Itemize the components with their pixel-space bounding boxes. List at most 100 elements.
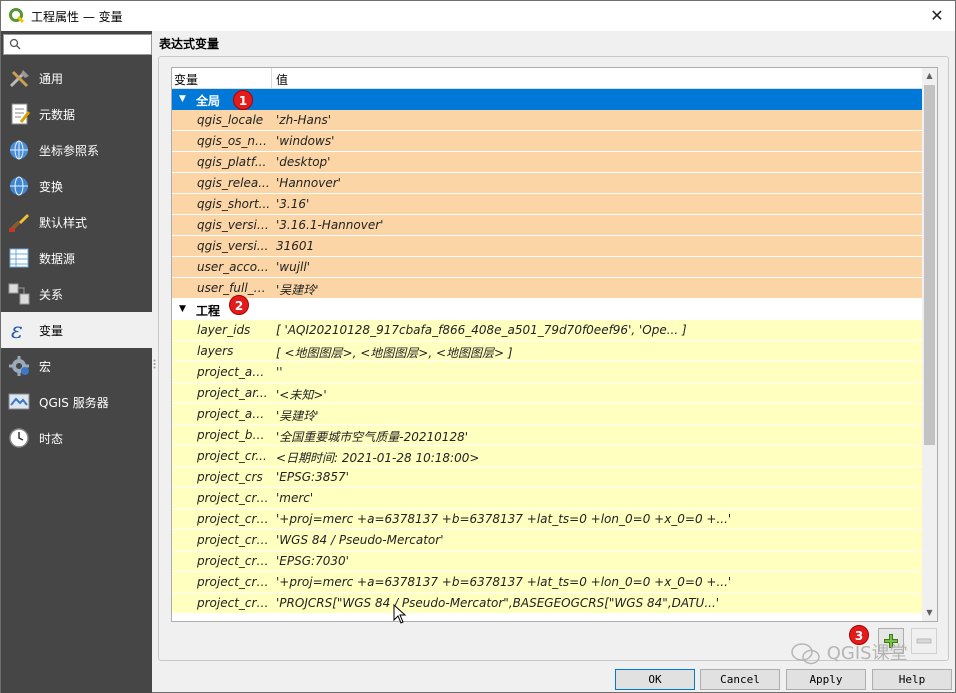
- variable-name: project_crs...: [197, 533, 271, 547]
- variable-row[interactable]: project_crs... 'WGS 84 / Pseudo-Mercator': [172, 530, 924, 551]
- variable-value: '': [276, 365, 283, 379]
- watermark-label: QGIS课堂: [826, 643, 908, 664]
- variable-row[interactable]: user_acco... 'wujll': [172, 257, 924, 278]
- sidebar-item-label: 元数据: [39, 108, 76, 122]
- variable-name: layers: [197, 344, 234, 358]
- scroll-up-icon[interactable]: ▲: [922, 68, 937, 84]
- variable-value: 31601: [276, 239, 315, 253]
- ok-button[interactable]: OK: [615, 669, 695, 690]
- sidebar-item-label: 通用: [39, 72, 64, 86]
- help-button[interactable]: Help: [872, 669, 952, 690]
- variable-row[interactable]: project_ar... '<未知>': [172, 383, 924, 404]
- variable-value: 'Hannover': [276, 176, 341, 190]
- sidebar-item-5[interactable]: 数据源: [1, 240, 152, 276]
- variable-value: '<未知>': [276, 388, 327, 402]
- variable-name: qgis_os_na...: [197, 134, 271, 148]
- variables-tree[interactable]: 变量 值 ▼ 全局 qgis_locale 'zh-Hans' qgis_os_na..…: [171, 67, 938, 622]
- variable-row[interactable]: qgis_version '3.16.1-Hannover': [172, 215, 924, 236]
- sidebar-item-9[interactable]: QGIS 服务器: [1, 384, 152, 420]
- search-input[interactable]: [3, 34, 152, 55]
- column-header-variable[interactable]: 变量: [174, 71, 198, 88]
- sidebar-item-1[interactable]: 元数据: [1, 96, 152, 132]
- variable-name: project_cr...: [197, 449, 267, 463]
- sidebar-item-label: 宏: [39, 360, 52, 374]
- variable-row[interactable]: user_full_n... '吴建玲': [172, 278, 924, 299]
- sidebar-item-2[interactable]: 坐标参照系: [1, 132, 152, 168]
- variable-row[interactable]: project_crs... 'merc': [172, 488, 924, 509]
- variable-row[interactable]: project_crs... '+proj=merc +a=6378137 +b=…: [172, 509, 924, 530]
- variable-row[interactable]: project_crs... '+proj=merc +a=6378137 +b=…: [172, 572, 924, 593]
- variable-row[interactable]: project_crs 'EPSG:3857': [172, 467, 924, 488]
- variable-name: project_ar...: [197, 386, 268, 400]
- watermark-text: QGIS课堂: [791, 639, 908, 665]
- qgis-logo-icon: [9, 8, 25, 24]
- variable-name: layer_ids: [197, 323, 251, 337]
- variable-value: [ <地图图层>, <地图图层>, <地图图层> ]: [276, 346, 513, 360]
- expand-arrow-icon[interactable]: ▼: [179, 94, 186, 104]
- splitter-handle[interactable]: [153, 358, 156, 369]
- group-label: 工程: [196, 304, 221, 318]
- globe-crs-icon: [10, 140, 28, 160]
- variable-row[interactable]: project_au... '吴建玲': [172, 404, 924, 425]
- variable-value: [ 'AQI20210128_917cbafa_f866_408e_a501_7…: [276, 323, 687, 337]
- sidebar-item-4[interactable]: 默认样式: [1, 204, 152, 240]
- apply-button[interactable]: Apply: [786, 669, 866, 690]
- expand-arrow-icon[interactable]: ▼: [179, 304, 186, 314]
- section-title: 表达式变量: [159, 37, 220, 51]
- sidebar-item-label: 默认样式: [39, 216, 88, 230]
- sidebar-item-0[interactable]: 通用: [1, 60, 152, 96]
- variable-row[interactable]: qgis_os_na... 'windows': [172, 131, 924, 152]
- cancel-button[interactable]: Cancel: [700, 669, 780, 690]
- variable-row[interactable]: project_ba... '全国重要城市空气质量-20210128': [172, 425, 924, 446]
- variable-name: project_crs: [197, 470, 263, 484]
- variable-value: 'WGS 84 / Pseudo-Mercator': [276, 533, 444, 547]
- sidebar-item-3[interactable]: 变换: [1, 168, 152, 204]
- variable-row[interactable]: project_crs... 'EPSG:7030': [172, 551, 924, 572]
- paintbrush-icon: [9, 214, 29, 232]
- sidebar-item-8[interactable]: 宏: [1, 348, 152, 384]
- variable-row[interactable]: layers [ <地图图层>, <地图图层>, <地图图层> ]: [172, 341, 924, 362]
- tree-header: 变量 值: [172, 68, 924, 89]
- variable-name: project_ba...: [197, 428, 271, 442]
- sidebar-item-6[interactable]: 关系: [1, 276, 152, 312]
- datasource-icon: [9, 248, 29, 268]
- variable-row[interactable]: qgis_platf... 'desktop': [172, 152, 924, 173]
- variable-row[interactable]: project_crs... 'PROJCRS["WGS 84 / Pseudo-…: [172, 593, 924, 614]
- globe-transform-icon: [10, 176, 28, 196]
- variable-row[interactable]: project_cr... <日期时间: 2021-01-28 10:18:00>: [172, 446, 924, 467]
- tree-group-project_group[interactable]: ▼ 工程: [172, 299, 924, 320]
- scroll-down-icon[interactable]: ▼: [922, 605, 937, 621]
- variable-name: qgis_locale: [197, 113, 264, 127]
- variable-value: 'EPSG:7030': [276, 554, 349, 568]
- server-icon: [8, 393, 30, 410]
- variable-value: 'desktop': [276, 155, 331, 169]
- variable-name: qgis_short...: [197, 197, 271, 211]
- variable-name: qgis_platf...: [197, 155, 267, 169]
- variable-name: user_full_n...: [197, 281, 271, 295]
- group-label: 全局: [196, 94, 221, 108]
- scrollbar-thumb[interactable]: [924, 85, 935, 445]
- variable-value: '+proj=merc +a=6378137 +b=6378137 +lat_t…: [276, 512, 732, 526]
- sidebar-item-10[interactable]: 时态: [1, 420, 152, 456]
- variable-value: 'EPSG:3857': [276, 470, 349, 484]
- variable-row[interactable]: qgis_relea... 'Hannover': [172, 173, 924, 194]
- sidebar-item-label: 关系: [39, 288, 64, 302]
- tree-group-global_group[interactable]: ▼ 全局: [172, 89, 924, 110]
- annotation-badge-1: 1: [233, 90, 253, 110]
- variable-row[interactable]: qgis_versi... 31601: [172, 236, 924, 257]
- annotation-badge-2: 2: [229, 295, 249, 315]
- column-header-value[interactable]: 值: [276, 71, 288, 88]
- variable-row[interactable]: qgis_short... '3.16': [172, 194, 924, 215]
- variable-row[interactable]: qgis_locale 'zh-Hans': [172, 110, 924, 131]
- remove-variable-button[interactable]: [911, 628, 937, 654]
- variable-row[interactable]: layer_ids [ 'AQI20210128_917cbafa_f866_40…: [172, 320, 924, 341]
- sidebar-item-7[interactable]: ε 变量: [1, 312, 152, 348]
- sidebar-item-label: QGIS 服务器: [39, 396, 109, 410]
- variable-row[interactable]: project_ab... '': [172, 362, 924, 383]
- variable-name: qgis_version: [197, 218, 271, 232]
- variable-name: project_crs...: [197, 491, 271, 505]
- close-icon[interactable]: ✕: [925, 4, 949, 28]
- vertical-scrollbar[interactable]: ▲ ▼: [922, 68, 937, 621]
- variable-name: project_crs...: [197, 554, 271, 568]
- minus-icon: [916, 638, 932, 644]
